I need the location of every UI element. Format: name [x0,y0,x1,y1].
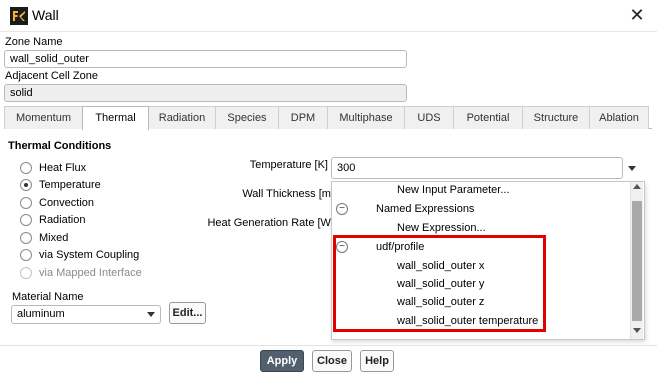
scrollbar-thumb[interactable] [632,201,642,321]
apply-button[interactable]: Apply [260,350,304,372]
divider [0,345,657,346]
material-name-label: Material Name [12,291,84,303]
radio-label: via Mapped Interface [39,266,142,279]
collapse-minus-icon[interactable]: − [336,203,348,215]
tab-potential[interactable]: Potential [453,106,523,129]
material-select-value: aluminum [17,308,65,320]
radio-mixed[interactable]: Mixed [20,229,190,247]
fluent-app-icon [10,7,28,25]
radio-convection[interactable]: Convection [20,194,190,212]
title-bar [0,0,657,32]
tab-species[interactable]: Species [215,106,279,129]
highlight-annotation-box [333,235,546,332]
thermal-conditions-title: Thermal Conditions [8,140,112,152]
heat-generation-label: Heat Generation Rate [W/ [207,217,334,229]
menu-item-new-input-parameter[interactable]: New Input Parameter... [397,184,510,196]
adjacent-cell-zone-label: Adjacent Cell Zone [5,70,98,82]
tab-momentum[interactable]: Momentum [4,106,83,129]
tab-dpm[interactable]: DPM [278,106,328,129]
tab-radiation[interactable]: Radiation [148,106,216,129]
close-button[interactable]: Close [312,350,352,372]
chevron-down-icon [628,166,636,171]
radio-heat-flux[interactable]: Heat Flux [20,159,190,177]
radio-button[interactable] [20,214,32,227]
tab-ablation[interactable]: Ablation [589,106,649,129]
menu-group-named-expressions[interactable]: Named Expressions [376,203,474,215]
thermal-condition-radio-group: Heat Flux Temperature Convection Radiati… [20,159,190,282]
tab-multiphase[interactable]: Multiphase [327,106,405,129]
adjacent-cell-zone-field: solid [4,84,407,102]
radio-button[interactable] [20,249,32,262]
radio-label: via System Coupling [39,249,140,262]
temperature-dropdown-toggle[interactable] [625,161,639,175]
radio-button[interactable] [20,231,32,244]
temperature-label: Temperature [K] [249,159,328,171]
radio-radiation[interactable]: Radiation [20,212,190,230]
scroll-down-arrow-icon[interactable] [633,328,641,333]
radio-label: Convection [39,196,95,209]
material-select[interactable]: aluminum [11,305,161,324]
tab-thermal[interactable]: Thermal [82,106,149,130]
menu-item-new-expression[interactable]: New Expression... [397,222,486,234]
tab-uds[interactable]: UDS [404,106,454,129]
radio-button-disabled [20,266,32,279]
tab-bar: Momentum Thermal Radiation Species DPM M… [4,106,652,130]
zone-name-label: Zone Name [5,36,63,48]
radio-system-coupling[interactable]: via System Coupling [20,247,190,265]
window-title: Wall [32,7,59,23]
edit-material-button[interactable]: Edit... [169,302,206,324]
radio-button[interactable] [20,196,32,209]
tab-structure[interactable]: Structure [522,106,590,129]
radio-label: Radiation [39,214,86,227]
zone-name-field[interactable]: wall_solid_outer [4,50,407,68]
close-icon[interactable]: ✕ [627,4,647,26]
radio-label: Heat Flux [39,161,87,174]
radio-button-selected[interactable] [20,179,32,192]
help-button[interactable]: Help [360,350,394,372]
radio-mapped-interface: via Mapped Interface [20,264,190,282]
radio-temperature[interactable]: Temperature [20,177,190,195]
temperature-input[interactable]: 300 [331,157,623,179]
radio-button[interactable] [20,161,32,174]
wall-thickness-label: Wall Thickness [m] [242,188,334,200]
scroll-up-arrow-icon[interactable] [633,184,641,189]
radio-label: Temperature [39,179,101,192]
chevron-down-icon [147,312,155,317]
radio-label: Mixed [39,231,69,244]
